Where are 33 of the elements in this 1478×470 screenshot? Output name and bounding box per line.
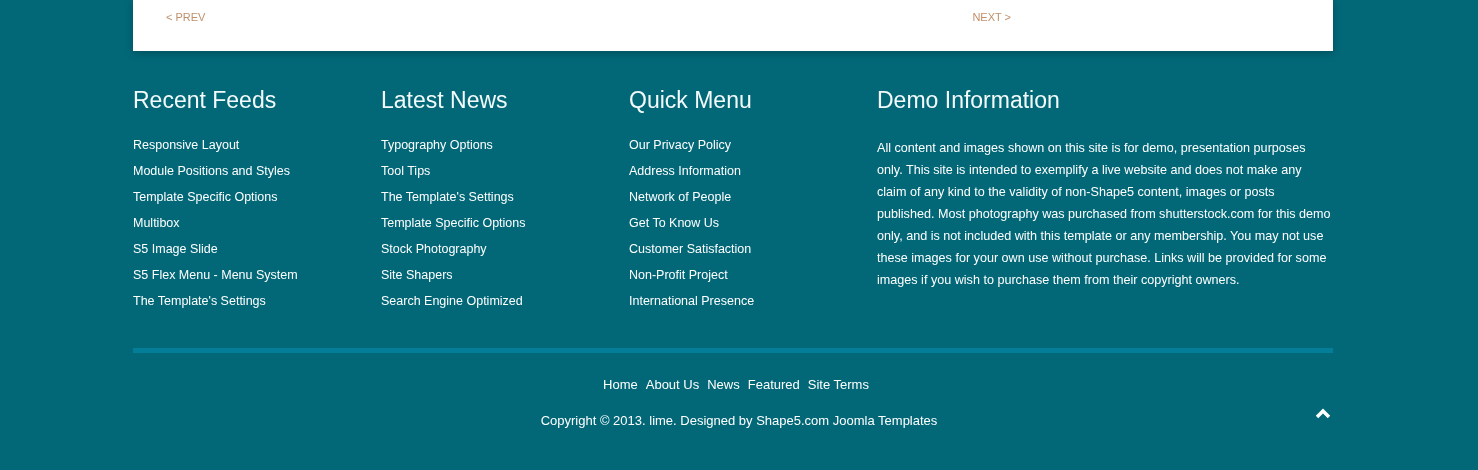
footer-link[interactable]: Multibox [133,210,180,236]
footer-link[interactable]: Customer Satisfaction [629,236,752,262]
footer-link[interactable]: Our Privacy Policy [629,132,732,158]
footer-link[interactable]: The Template's Settings [381,184,514,210]
footer-link[interactable]: Site Shapers [381,262,453,288]
footer-link[interactable]: S5 Flex Menu - Menu System [133,262,298,288]
demo-text: All content and images shown on this site is for demo, presentation purposes only. This site is intended to exemplify a live website and does not make any claim of any kind to the validity of non-Shape5 content, images or posts published. Most photography was purchased from shutterstock.com for this demo only, and is not included with this template or any membership. You may not use these images for your own use without purchase. Links will be provided for some images if you wish to purchase them from their copyright owners. [877,140,1332,289]
footer-link[interactable]: Typography Options [381,132,493,158]
footer-link[interactable]: Get To Know Us [629,210,720,236]
column-title: Demo Information [877,86,1061,114]
footer-link[interactable]: Responsive Layout [133,132,240,158]
footer-menu-link[interactable]: Site Terms [807,377,869,392]
column-title: Latest News [381,86,509,114]
copyright-text: Copyright © 2013. lime. Designed by Shape5.com Joomla Templates [540,413,938,428]
footer-link[interactable]: Template Specific Options [381,210,526,236]
footer-link[interactable]: Address Information [629,158,741,184]
footer-link[interactable]: Template Specific Options [133,184,278,210]
footer-link[interactable]: S5 Image Slide [133,236,218,262]
footer-link[interactable]: Tool Tips [381,158,431,184]
column-title: Quick Menu [629,86,753,114]
scroll-up-icon[interactable] [1315,407,1331,419]
footer-menu-link[interactable]: Featured [747,377,800,392]
footer-link[interactable]: Search Engine Optimized [381,288,523,314]
footer-menu-link[interactable]: News [707,377,740,392]
footer-link[interactable]: The Template's Settings [133,288,266,314]
footer-link[interactable]: Non-Profit Project [629,262,728,288]
footer-menu-link[interactable]: Home [603,377,638,392]
footer-link[interactable]: Network of People [629,184,732,210]
footer-link[interactable]: Stock Photography [381,236,487,262]
column-title: Recent Feeds [133,86,278,114]
footer-link[interactable]: International Presence [629,288,755,314]
footer-menu-link[interactable]: About Us [645,377,700,392]
footer-link[interactable]: Module Positions and Styles [133,158,291,184]
